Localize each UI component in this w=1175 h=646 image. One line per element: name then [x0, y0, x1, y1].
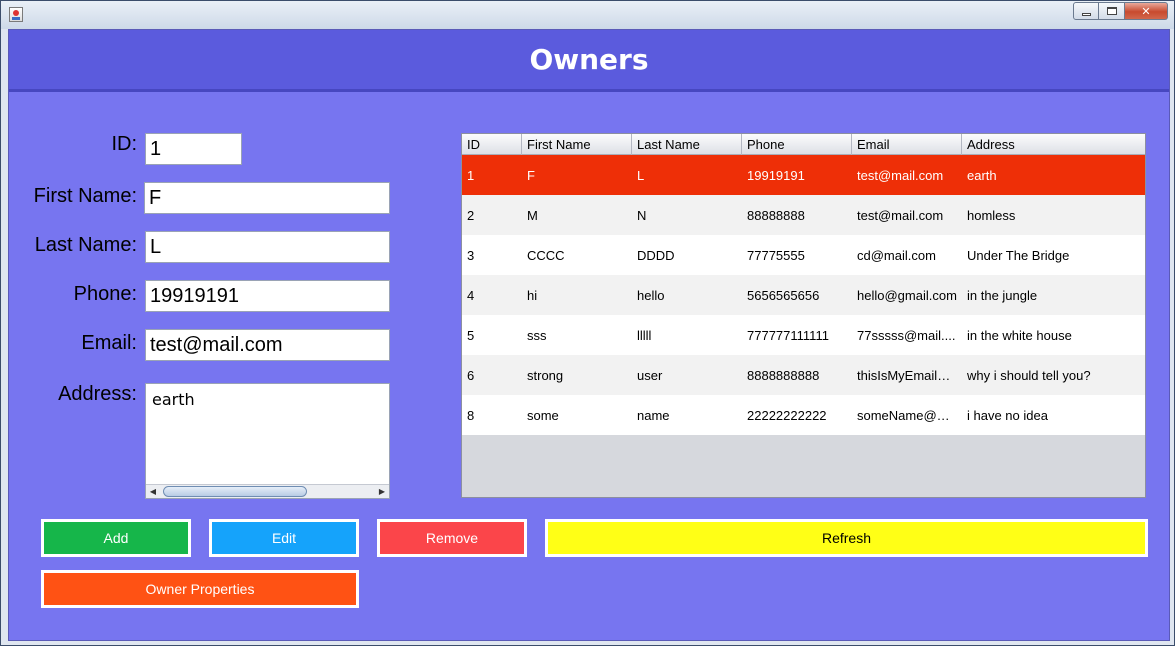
cell-email: test@mail.com: [857, 167, 944, 183]
close-button[interactable]: ✕: [1125, 2, 1168, 20]
cell-last-name: user: [637, 367, 663, 383]
scrollbar-thumb[interactable]: [163, 486, 307, 497]
cell-address: in the white house: [967, 327, 1072, 343]
table-row[interactable]: 2 M N 88888888 test@mail.com homless: [462, 195, 1145, 235]
add-button[interactable]: Add: [41, 519, 191, 557]
column-header-email[interactable]: Email: [852, 134, 962, 155]
owner-properties-button[interactable]: Owner Properties: [41, 570, 359, 608]
cell-last-name: DDDD: [637, 247, 675, 263]
cell-id: 5: [467, 327, 475, 343]
phone-label: Phone:: [73, 283, 137, 305]
minimize-button[interactable]: [1073, 2, 1099, 20]
first-name-field[interactable]: [144, 182, 390, 214]
cell-address: Under The Bridge: [967, 247, 1070, 263]
app-window: ✕ Owners ID: First Name: Last Name: Phon…: [0, 0, 1175, 646]
cell-email: hello@gmail.com: [857, 287, 957, 303]
address-text: earth: [152, 390, 195, 409]
cell-phone: 22222222222: [747, 407, 827, 423]
cell-last-name: L: [637, 167, 645, 183]
maximize-icon: [1106, 7, 1117, 15]
id-field[interactable]: [145, 133, 242, 165]
cell-last-name: lllll: [637, 327, 652, 343]
close-icon: ✕: [1141, 4, 1151, 18]
cell-id: 3: [467, 247, 475, 263]
cell-first-name: sss: [527, 327, 547, 343]
cell-phone: 777777111111: [747, 327, 829, 343]
cell-phone: 88888888: [747, 207, 805, 223]
column-header-id[interactable]: ID: [462, 134, 522, 155]
email-label: Email:: [81, 332, 137, 354]
cell-last-name: N: [637, 207, 647, 223]
cell-email: someName@m...: [857, 407, 959, 423]
scroll-right-icon[interactable]: ▶: [377, 487, 387, 497]
table-row[interactable]: 8 some name 22222222222 someName@m... i have …: [462, 395, 1145, 435]
cell-id: 8: [467, 407, 475, 423]
id-label: ID:: [111, 133, 137, 155]
cell-email: test@mail.com: [857, 207, 944, 223]
cell-first-name: some: [527, 407, 559, 423]
cell-id: 6: [467, 367, 475, 383]
remove-button[interactable]: Remove: [377, 519, 527, 557]
cell-address: in the jungle: [967, 287, 1038, 303]
cell-first-name: strong: [527, 367, 564, 383]
first-name-label: First Name:: [33, 185, 137, 207]
cell-id: 2: [467, 207, 475, 223]
cell-last-name: hello: [637, 287, 665, 303]
cell-address: earth: [967, 167, 997, 183]
scroll-left-icon[interactable]: ◀: [148, 487, 158, 497]
table-row[interactable]: 5 sss lllll 777777111111 77sssss@mail.... in …: [462, 315, 1145, 355]
minimize-icon: [1081, 12, 1091, 16]
cell-address: i have no idea: [967, 407, 1048, 423]
cell-first-name: F: [527, 167, 535, 183]
title-bar[interactable]: ✕: [1, 1, 1174, 29]
email-field[interactable]: [145, 329, 390, 361]
cell-id: 1: [467, 167, 475, 183]
column-header-last-name[interactable]: Last Name: [632, 134, 742, 155]
column-header-address[interactable]: Address: [962, 134, 1145, 155]
cell-phone: 8888888888: [747, 367, 820, 383]
cell-email: thisIsMyEmail@...: [857, 367, 962, 383]
cell-first-name: CCCC: [527, 247, 565, 263]
table-row[interactable]: 4 hi hello 5656565656 hello@gmail.com in the …: [462, 275, 1145, 315]
table-row[interactable]: 3 CCCC DDDD 77775555 cd@mail.com Under The Br…: [462, 235, 1145, 275]
table-row[interactable]: 1 F L 19919191 test@mail.com earth: [462, 155, 1145, 195]
header-bar: Owners: [9, 30, 1169, 92]
cell-email: cd@mail.com: [857, 247, 936, 263]
java-app-icon: [9, 7, 23, 22]
address-textarea[interactable]: earth ◀ ▶: [145, 383, 390, 499]
last-name-label: Last Name:: [34, 234, 137, 256]
owners-panel: Owners ID: First Name: Last Name: Phone:…: [8, 29, 1170, 641]
cell-address: homless: [967, 207, 1016, 223]
maximize-button[interactable]: [1099, 2, 1125, 20]
cell-first-name: hi: [527, 287, 538, 303]
window-controls: ✕: [1073, 2, 1168, 20]
table-row[interactable]: 6 strong user 8888888888 thisIsMyEmail@... wh…: [462, 355, 1145, 395]
table-header: ID First Name Last Name Phone Email Addr…: [462, 134, 1145, 155]
edit-button[interactable]: Edit: [209, 519, 359, 557]
column-header-first-name[interactable]: First Name: [522, 134, 632, 155]
cell-first-name: M: [527, 207, 538, 223]
address-horizontal-scrollbar[interactable]: ◀ ▶: [146, 484, 389, 498]
cell-phone: 77775555: [747, 247, 805, 263]
cell-email: 77sssss@mail....: [857, 327, 956, 343]
cell-phone: 19919191: [747, 167, 805, 183]
address-label: Address:: [58, 383, 137, 405]
owners-table[interactable]: ID First Name Last Name Phone Email Addr…: [461, 133, 1146, 498]
cell-last-name: name: [637, 407, 670, 423]
cell-phone: 5656565656: [747, 287, 820, 303]
page-title: Owners: [529, 43, 649, 76]
refresh-button[interactable]: Refresh: [545, 519, 1148, 557]
cell-address: why i should tell you?: [967, 367, 1091, 383]
column-header-phone[interactable]: Phone: [742, 134, 852, 155]
phone-field[interactable]: [145, 280, 390, 312]
last-name-field[interactable]: [145, 231, 390, 263]
cell-id: 4: [467, 287, 475, 303]
